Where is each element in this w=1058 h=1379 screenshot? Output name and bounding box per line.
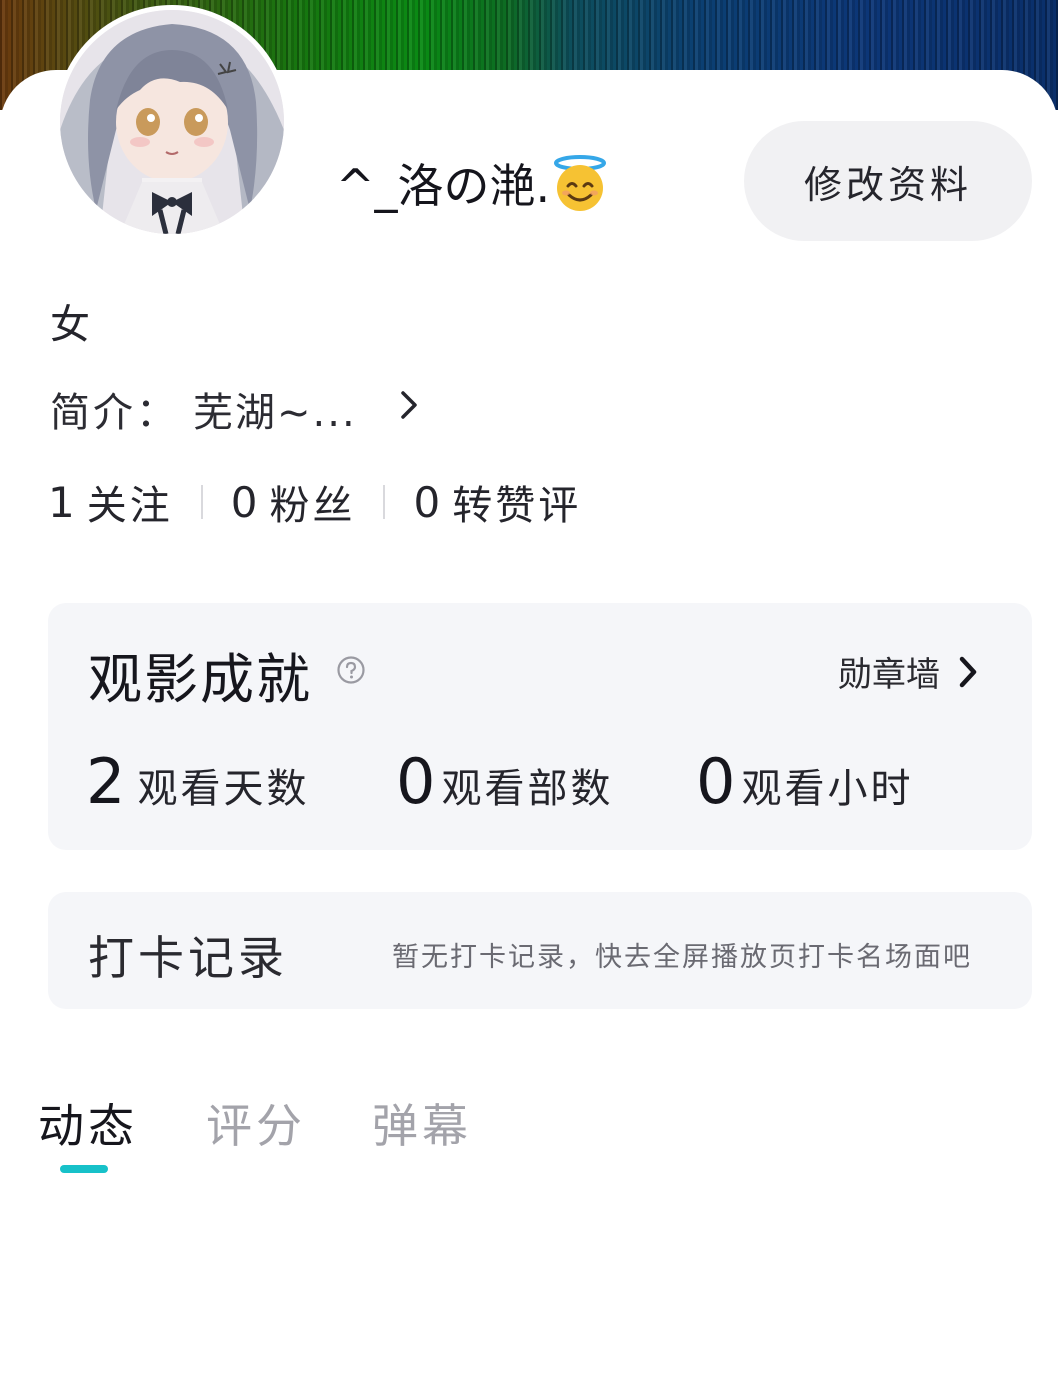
nickname: ^_洛の滟. (336, 150, 608, 216)
stat-label: 转赞评 (452, 483, 582, 529)
stat-label: 关注 (86, 483, 173, 529)
avatar-image (60, 10, 284, 234)
gender: 女 (50, 302, 90, 348)
help-icon[interactable] (336, 655, 366, 685)
metric-value: 2 (86, 745, 126, 818)
avatar[interactable] (55, 5, 289, 239)
badge-wall-link[interactable]: 勋章墙 (838, 647, 980, 696)
bio-text: 芜湖~... (193, 390, 357, 436)
tab-danmaku[interactable]: 弹幕 (372, 1090, 472, 1156)
edit-profile-button[interactable]: 修改资料 (744, 121, 1032, 241)
metric-label: 观看天数 (137, 766, 310, 812)
stat-interactions[interactable]: 0 转赞评 (413, 473, 581, 531)
metric-value: 0 (696, 745, 736, 818)
checkin-title: 打卡记录 (88, 931, 288, 985)
stat-following[interactable]: 1 关注 (48, 473, 173, 531)
smiling-face-with-halo-icon (554, 155, 607, 211)
stat-divider (383, 485, 386, 519)
profile-page: ^_洛の滟. 修改资料 女 简介： 芜湖~... 1 关注 0 粉丝 0 转赞评… (0, 0, 1058, 1379)
stat-divider (200, 485, 203, 519)
metric-watch-hours: 0 观看小时 (696, 751, 913, 813)
badge-wall-label: 勋章墙 (838, 655, 940, 695)
nickname-text: ^_洛の滟. (336, 159, 551, 213)
metric-label: 观看部数 (441, 766, 614, 812)
stat-value: 1 (48, 477, 75, 527)
stat-label: 粉丝 (269, 483, 356, 529)
stat-value: 0 (230, 477, 258, 527)
bio[interactable]: 简介： 芜湖~... (50, 380, 357, 438)
tab-ratings[interactable]: 评分 (206, 1090, 306, 1156)
achievements-title: 观影成就 (88, 648, 312, 711)
stat-followers[interactable]: 0 粉丝 (231, 473, 356, 531)
metric-watch-titles: 0 观看部数 (396, 751, 613, 813)
stat-value: 0 (413, 477, 441, 527)
checkin-empty-hint: 暂无打卡记录，快去全屏播放页打卡名场面吧 (392, 942, 972, 973)
content-tabs: 动态 评分 弹幕 (0, 1090, 1058, 1190)
viewing-achievements-card: 观影成就 勋章墙 2 观看天数 0 观看部数 0 观看小时 (48, 603, 1032, 850)
bio-chevron-right-icon[interactable] (396, 388, 422, 422)
checkin-records-card[interactable]: 打卡记录 暂无打卡记录，快去全屏播放页打卡名场面吧 (48, 892, 1032, 1009)
follow-stats: 1 关注 0 粉丝 0 转赞评 (48, 473, 581, 531)
active-tab-indicator (60, 1165, 108, 1173)
metric-value: 0 (396, 745, 436, 818)
bio-prefix: 简介： (50, 390, 179, 436)
chevron-right-icon (959, 656, 977, 687)
metric-label: 观看小时 (741, 766, 914, 812)
metric-watch-days: 2 观看天数 (86, 751, 309, 813)
tab-activity[interactable]: 动态 (38, 1090, 138, 1156)
